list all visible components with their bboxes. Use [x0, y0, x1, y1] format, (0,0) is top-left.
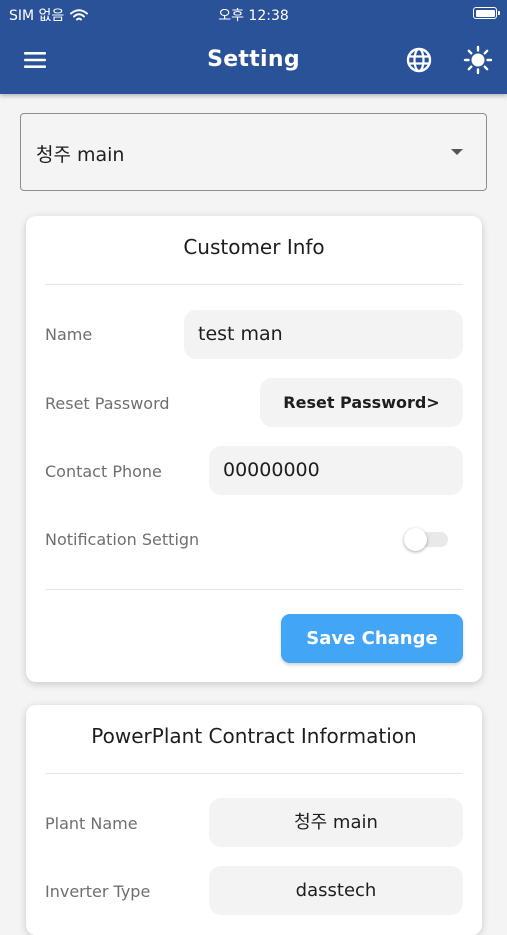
contract-info-card: PowerPlant Contract Information Plant Na… [26, 705, 482, 935]
divider [45, 773, 463, 774]
toggle-knob [404, 528, 427, 551]
customer-info-title: Customer Info [183, 235, 325, 259]
inverter-type-value: dasstech [209, 866, 463, 915]
globe-icon[interactable] [404, 45, 434, 75]
save-change-button[interactable]: Save Change [281, 614, 463, 663]
notification-label: Notification Settign [45, 530, 200, 549]
plant-select-value: 청주 main [36, 144, 125, 166]
reset-password-label: Reset Password [45, 394, 170, 413]
divider [45, 284, 463, 285]
contract-info-title: PowerPlant Contract Information [91, 724, 417, 748]
battery-icon [473, 7, 500, 19]
contact-phone-field[interactable]: 00000000 [209, 446, 463, 495]
plant-name-label: Plant Name [45, 814, 138, 833]
divider [45, 589, 463, 590]
contact-phone-label: Contact Phone [45, 462, 162, 481]
app-bar: Setting [0, 28, 507, 94]
brightness-icon[interactable] [463, 45, 493, 75]
customer-info-card: Customer Info Name test man Reset Passwo… [26, 216, 482, 682]
plant-select-dropdown[interactable]: 청주 main [20, 113, 487, 191]
name-label: Name [45, 325, 93, 344]
status-bar: SIM 없음 오후 12:38 [0, 0, 507, 28]
status-time: 오후 12:38 [218, 8, 289, 24]
name-field[interactable]: test man [184, 310, 463, 359]
reset-password-button[interactable]: Reset Password> [260, 378, 463, 427]
dropdown-arrow-icon [451, 149, 463, 155]
notification-toggle[interactable] [404, 528, 448, 551]
plant-name-value: 청주 main [209, 798, 463, 847]
inverter-type-label: Inverter Type [45, 882, 151, 901]
